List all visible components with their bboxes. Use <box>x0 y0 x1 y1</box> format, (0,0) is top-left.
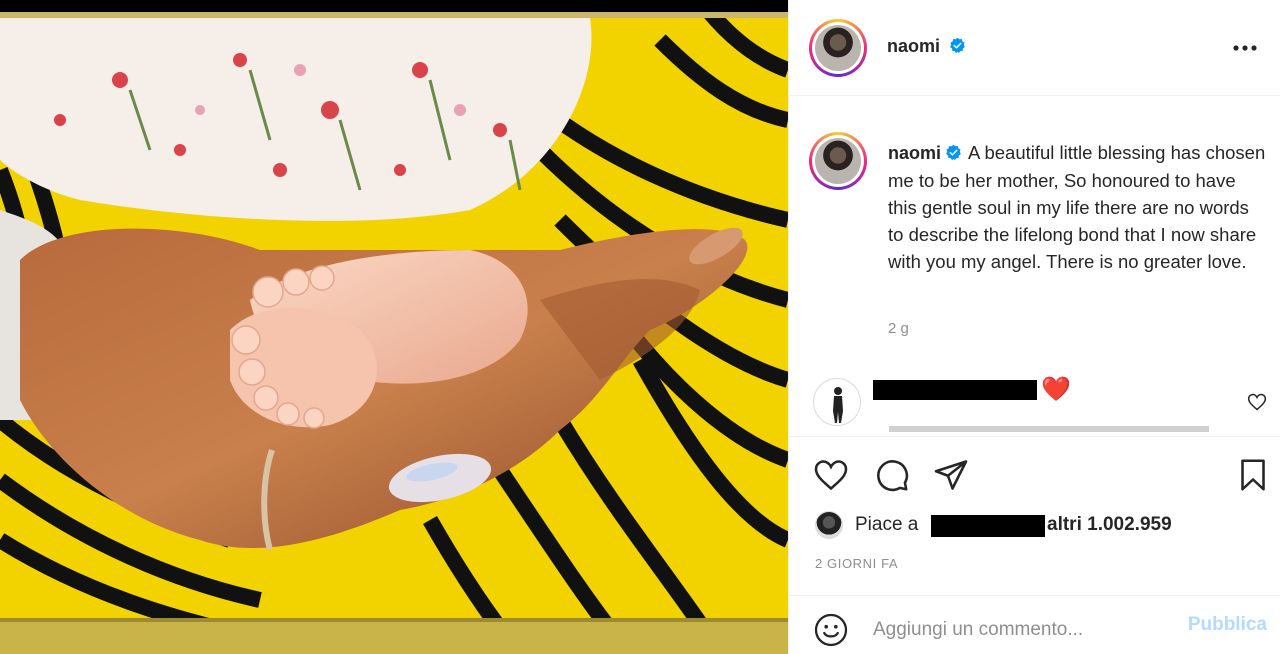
caption-avatar[interactable] <box>809 132 867 190</box>
caption-timestamp[interactable]: 2 g <box>888 320 909 337</box>
likes-count-link[interactable]: altri 1.002.959 <box>1047 514 1172 536</box>
heart-icon <box>814 460 848 491</box>
heart-emoji: ❤️ <box>1041 376 1071 403</box>
commenter-avatar[interactable] <box>813 378 861 426</box>
verified-badge-icon <box>946 144 961 161</box>
caption-text: naomi A beautiful little blessing has ch… <box>888 139 1268 275</box>
post-details-panel: naomi naomi A beautiful little blessing … <box>788 0 1280 654</box>
like-button[interactable] <box>811 455 851 495</box>
more-options-icon <box>1233 45 1257 51</box>
comment-input[interactable] <box>873 614 1173 646</box>
header-username-row: naomi <box>887 36 966 57</box>
more-options-button[interactable] <box>1231 34 1259 62</box>
comment-icon <box>877 460 909 492</box>
comment-text-cutoff <box>889 426 1209 432</box>
profile-picture <box>815 138 861 184</box>
username-link[interactable]: naomi <box>887 36 940 56</box>
baby-feet-photo <box>0 0 788 654</box>
likes-prefix: Piace a <box>855 514 919 535</box>
bookmark-icon <box>1241 459 1265 491</box>
publish-button[interactable]: Pubblica <box>1188 614 1267 636</box>
save-button[interactable] <box>1233 455 1273 495</box>
emoji-picker-button[interactable] <box>813 612 849 648</box>
redacted-liker-name <box>931 515 1045 537</box>
share-button[interactable] <box>931 455 971 495</box>
comment-like-button[interactable] <box>1247 392 1267 412</box>
paper-plane-icon <box>934 460 968 490</box>
add-comment-bar: Pubblica <box>789 595 1280 654</box>
comment-button[interactable] <box>872 455 912 495</box>
avatar[interactable] <box>809 19 867 77</box>
comment-item: ❤️ <box>789 370 1280 432</box>
caption-body: A beautiful little blessing has chosen m… <box>888 142 1266 272</box>
smiley-icon <box>814 613 848 647</box>
post-actions: Piace a altri 1.002.959 2 GIORNI FA Pubb… <box>789 436 1280 654</box>
liker-avatar[interactable] <box>815 511 843 539</box>
post-header: naomi <box>789 0 1280 96</box>
caption-section: naomi A beautiful little blessing has ch… <box>789 96 1280 376</box>
caption-username-link[interactable]: naomi <box>888 143 941 163</box>
person-silhouette-icon <box>833 387 843 423</box>
post-photo <box>0 0 788 654</box>
redacted-username <box>873 380 1037 400</box>
heart-outline-icon <box>1247 393 1267 411</box>
verified-badge-icon <box>950 37 966 54</box>
post-date[interactable]: 2 GIORNI FA <box>815 556 898 571</box>
likes-summary: Piace a altri 1.002.959 <box>815 511 1255 539</box>
profile-picture <box>815 25 861 71</box>
